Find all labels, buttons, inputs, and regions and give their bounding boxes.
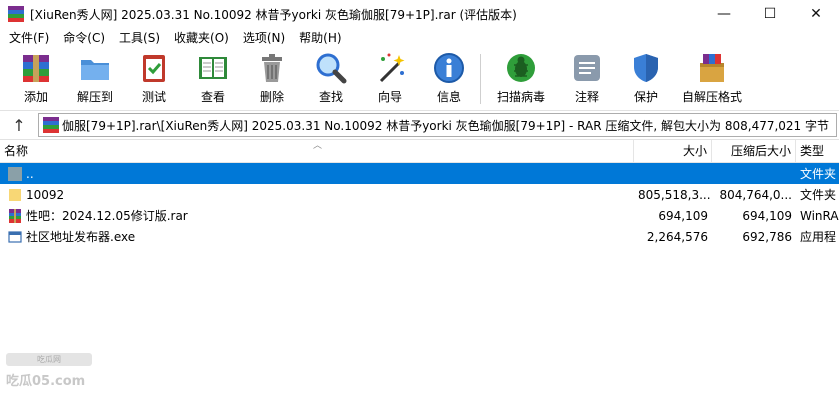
file-name: ..: [26, 166, 34, 181]
add-label: 添加: [23, 90, 48, 104]
test-button[interactable]: 测试: [126, 48, 182, 108]
file-row[interactable]: .. 文件夹: [0, 163, 839, 184]
extract-to-label: 解压到: [76, 90, 113, 104]
file-packed-size: 804,764,0...: [719, 187, 792, 202]
file-type: 文件夹: [800, 187, 837, 202]
comment-label: 注释: [574, 90, 599, 104]
protect-label: 保护: [633, 90, 658, 104]
delete-button[interactable]: 删除: [244, 48, 300, 108]
file-name-cell: ..: [0, 163, 634, 185]
watermark: 吃瓜网 吃瓜05.com: [6, 353, 92, 389]
file-type: 文件夹: [800, 166, 837, 181]
sfx-label: 自解压格式: [681, 90, 742, 104]
wizard-label: 向导: [377, 90, 402, 104]
find-label: 查找: [318, 90, 343, 104]
find-button[interactable]: 查找: [303, 48, 359, 108]
virus-scan-label: 扫描病毒: [496, 90, 545, 104]
info-icon: [431, 50, 467, 86]
comment-icon: [569, 50, 605, 86]
file-name: 社区地址发布器.exe: [26, 229, 136, 244]
watermark-text: 吃瓜05.com: [6, 374, 86, 389]
extract-to-button[interactable]: 解压到: [67, 48, 123, 108]
menu-bar: 文件(F) 命令(C) 工具(S) 收藏夹(O) 选项(N) 帮助(H): [0, 28, 839, 48]
parent-folder-icon: [8, 166, 22, 181]
file-type: 应用程: [800, 229, 837, 244]
menu-tools[interactable]: 工具(S): [112, 28, 167, 48]
file-list: .. 文件夹 10092 805,518,3... 804,764,0... 文…: [0, 163, 839, 247]
file-row[interactable]: 10092 805,518,3... 804,764,0... 文件夹: [0, 184, 839, 205]
test-clipboard-icon: [136, 50, 172, 86]
info-label: 信息: [436, 90, 461, 104]
column-packed-size[interactable]: 压缩后大小: [712, 140, 796, 162]
file-name-cell: 性吧：2024.12.05修订版.rar: [0, 205, 634, 227]
view-label: 查看: [200, 90, 225, 104]
toolbar: 添加 解压到 测试 查看 删除 查找 向导 信息 扫描病毒 注释 保护 自解压格…: [0, 48, 839, 111]
up-level-button[interactable]: ↑: [0, 111, 38, 139]
file-type: WinRA: [800, 208, 839, 223]
menu-help[interactable]: 帮助(H): [292, 28, 348, 48]
address-bar: ↑ 伽服[79+1P].rar\[XiuRen秀人网] 2025.03.31 N…: [0, 111, 839, 140]
winrar-app-icon[interactable]: [8, 6, 24, 22]
file-row[interactable]: 性吧：2024.12.05修订版.rar 694,109 694,109 Win…: [0, 205, 839, 226]
wizard-button[interactable]: 向导: [362, 48, 418, 108]
add-archive-icon: [18, 50, 54, 86]
window-title: [XiuRen秀人网] 2025.03.31 No.10092 林昔予yorki…: [30, 7, 517, 22]
test-label: 测试: [141, 90, 166, 104]
comment-button[interactable]: 注释: [559, 48, 615, 108]
magnifier-icon: [313, 50, 349, 86]
file-name-cell: 10092: [0, 184, 634, 206]
delete-label: 删除: [259, 90, 284, 104]
file-packed-size: [712, 163, 796, 185]
protect-button[interactable]: 保护: [618, 48, 674, 108]
file-name-cell: 社区地址发布器.exe: [0, 226, 634, 248]
watermark-badge: 吃瓜网: [6, 353, 92, 366]
menu-favorites[interactable]: 收藏夹(O): [167, 28, 236, 48]
menu-options[interactable]: 选项(N): [236, 28, 292, 48]
file-packed-size: 692,786: [742, 229, 792, 244]
virus-scan-icon: [503, 50, 539, 86]
rar-icon: [9, 208, 21, 223]
virus-scan-button[interactable]: 扫描病毒: [486, 48, 556, 108]
add-button[interactable]: 添加: [8, 48, 64, 108]
archive-path: 伽服[79+1P].rar\[XiuRen秀人网] 2025.03.31 No.…: [62, 118, 830, 133]
file-packed-size: 694,109: [742, 208, 792, 223]
file-size: 694,109: [658, 208, 708, 223]
file-row[interactable]: 社区地址发布器.exe 2,264,576 692,786 应用程: [0, 226, 839, 247]
info-button[interactable]: 信息: [421, 48, 477, 108]
exe-icon: [8, 230, 22, 243]
menu-file[interactable]: 文件(F): [2, 28, 56, 48]
menu-commands[interactable]: 命令(C): [56, 28, 112, 48]
file-size: 2,264,576: [646, 229, 708, 244]
sfx-button[interactable]: 自解压格式: [677, 48, 747, 108]
title-bar: [XiuRen秀人网] 2025.03.31 No.10092 林昔予yorki…: [0, 0, 839, 28]
minimize-button[interactable]: —: [701, 0, 747, 28]
file-size: 805,518,3...: [638, 187, 711, 202]
shield-icon: [628, 50, 664, 86]
file-name: 性吧：2024.12.05修订版.rar: [26, 208, 188, 223]
trash-icon: [254, 50, 290, 86]
archive-icon: [43, 117, 59, 133]
up-arrow-icon: ↑: [12, 115, 26, 135]
maximize-button[interactable]: ☐: [747, 0, 793, 28]
file-name: 10092: [26, 187, 65, 202]
extract-to-folder-icon: [77, 50, 113, 86]
column-size[interactable]: 大小: [634, 140, 712, 162]
path-field[interactable]: 伽服[79+1P].rar\[XiuRen秀人网] 2025.03.31 No.…: [38, 113, 837, 137]
folder-icon: [9, 188, 21, 201]
sort-ascending-icon: ︿: [313, 141, 323, 151]
view-book-icon: [195, 50, 231, 86]
view-button[interactable]: 查看: [185, 48, 241, 108]
toolbar-separator: [480, 54, 481, 104]
wizard-wand-icon: [372, 50, 408, 86]
list-header: ︿ 名称 大小 压缩后大小 类型: [0, 140, 839, 163]
close-button[interactable]: ✕: [793, 0, 839, 28]
sfx-archive-icon: [694, 50, 730, 86]
file-size: [634, 163, 712, 185]
column-type[interactable]: 类型: [796, 140, 839, 162]
